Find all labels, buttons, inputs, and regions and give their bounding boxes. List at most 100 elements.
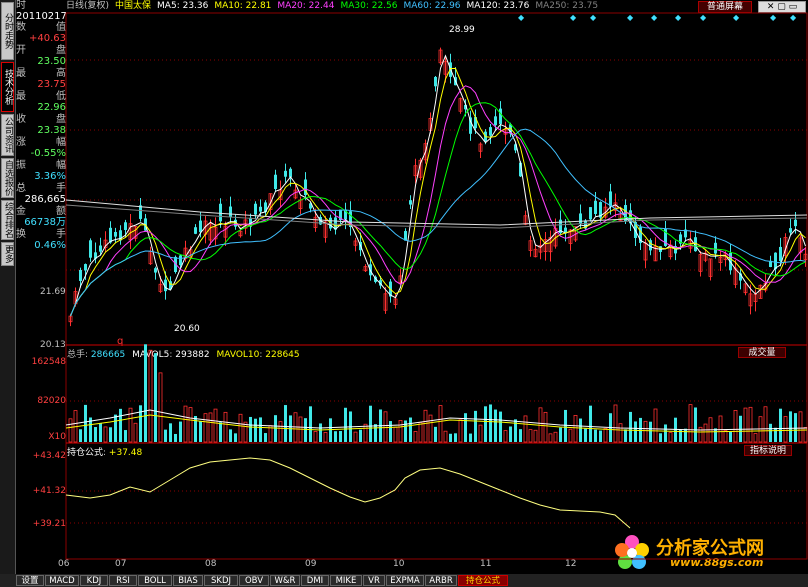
volume-bar	[353, 431, 358, 443]
volume-bar	[774, 427, 777, 442]
volume-bar	[94, 427, 97, 442]
volume-bar	[668, 432, 673, 443]
volume-bar	[154, 353, 157, 442]
event-marker-icon: ◆	[627, 13, 634, 22]
volume-bar	[99, 423, 102, 442]
volume-bar	[68, 418, 73, 443]
event-marker-icon: ◆	[675, 13, 682, 22]
volume-bar	[393, 426, 398, 443]
volume-bar	[478, 424, 483, 443]
volume-bar	[489, 404, 492, 442]
candle-body-down	[109, 227, 112, 243]
volume-bar	[618, 423, 623, 443]
candle-body-down	[774, 252, 777, 270]
volume-bar	[434, 426, 437, 442]
volume-bar	[464, 413, 467, 442]
volume-bar	[139, 405, 142, 442]
volume-bar	[694, 407, 697, 442]
volume-bar	[783, 416, 788, 443]
candle-body-down	[154, 268, 157, 273]
volume-bar	[249, 416, 252, 442]
candle-body-down	[494, 116, 497, 126]
volume-bar	[794, 413, 797, 442]
volume-bar	[409, 417, 412, 442]
event-marker-icon: ◆	[651, 13, 658, 22]
volume-bar	[519, 429, 522, 442]
candle-body-down	[789, 228, 792, 233]
volume-bar	[223, 411, 228, 443]
volume-bar	[158, 372, 163, 443]
volume-bar	[559, 427, 562, 442]
ma20-line	[70, 85, 806, 317]
volume-bar	[789, 411, 792, 442]
volume-bar	[613, 404, 618, 443]
volume-bar	[594, 429, 597, 442]
ma60-line	[70, 128, 806, 317]
volume-bar	[629, 411, 632, 442]
event-marker-icon: ◆	[790, 13, 797, 22]
volume-bar	[188, 407, 193, 443]
volume-bar	[438, 405, 443, 443]
volume-bar	[548, 433, 553, 443]
candle-body-down	[714, 242, 717, 254]
candle-body-down	[589, 207, 592, 220]
candle-body-down	[779, 246, 782, 262]
volume-bar	[329, 418, 332, 442]
volume-bar	[339, 431, 342, 442]
candle-body-down	[274, 174, 277, 189]
volume-bar	[219, 422, 222, 442]
volume-bar	[229, 429, 232, 442]
volume-bar	[148, 349, 153, 443]
volume-bar	[194, 415, 197, 442]
candle-body-down	[194, 227, 197, 234]
volume-bar	[334, 431, 337, 442]
event-marker-icon: ◆	[700, 13, 707, 22]
candle-body-down	[139, 205, 142, 219]
volume-bar	[553, 431, 558, 443]
volume-bar	[363, 423, 368, 443]
volume-bar	[564, 409, 567, 442]
volume-bar	[144, 344, 147, 442]
indicator-line	[65, 457, 631, 529]
volume-bar	[743, 407, 748, 443]
event-marker-icon: ◆	[570, 13, 577, 22]
volume-bar	[634, 421, 637, 442]
volume-bar	[684, 428, 687, 442]
ma30-line	[70, 102, 806, 317]
volume-bar	[109, 427, 112, 442]
volume-bar	[603, 428, 608, 443]
volume-bar	[79, 429, 82, 442]
volume-bar	[103, 426, 108, 443]
candle-body-down	[79, 269, 82, 281]
volume-bar	[659, 433, 662, 442]
volume-bar	[313, 431, 318, 443]
volume-bar	[753, 433, 758, 443]
candle-body-down	[284, 170, 287, 177]
candle-body-down	[594, 200, 597, 214]
candle-body-down	[794, 219, 797, 227]
volume-bar	[374, 424, 377, 442]
volume-bar	[494, 409, 497, 442]
volume-bar	[543, 411, 548, 443]
candle-body-down	[84, 264, 87, 271]
volume-bar	[779, 408, 782, 442]
volume-bar	[748, 406, 753, 443]
candle-body-down	[114, 231, 117, 237]
candle-body-down	[254, 203, 257, 215]
volume-bar	[179, 421, 182, 442]
volume-bar	[278, 421, 283, 443]
volume-bar	[323, 432, 328, 443]
volume-bar	[624, 429, 627, 442]
volume-bar	[203, 413, 208, 443]
volume-bar	[723, 430, 728, 443]
volume-bar	[254, 418, 257, 442]
volume-bar	[469, 433, 472, 442]
volume-bar	[568, 428, 573, 443]
volume-bar	[284, 405, 287, 442]
volume-bar	[169, 423, 172, 442]
event-marker-icon: ◆	[733, 13, 740, 22]
volume-bar	[649, 421, 652, 442]
ma10-line	[70, 67, 806, 317]
volume-bar	[523, 415, 528, 443]
volume-bar	[243, 421, 248, 443]
